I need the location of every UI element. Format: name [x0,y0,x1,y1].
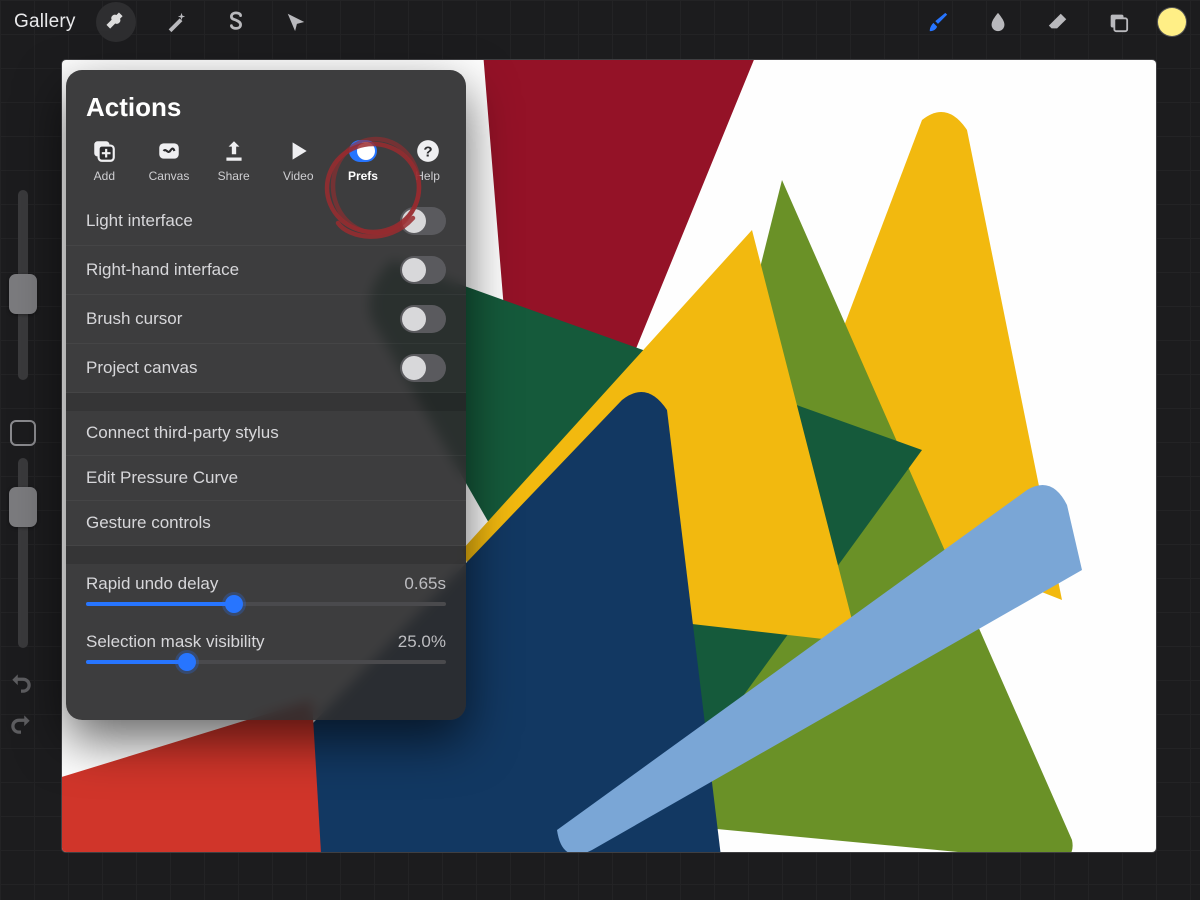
slider-rapid-undo[interactable] [86,602,446,606]
brush-opacity-thumb[interactable] [9,487,37,527]
label-brush-cursor: Brush cursor [86,309,400,329]
transform-arrow-icon[interactable] [276,2,316,42]
row-light-interface: Light interface [66,197,466,246]
row-brush-cursor: Brush cursor [66,295,466,344]
prefs-toggle-icon [349,139,377,163]
tab-canvas-label: Canvas [149,169,190,183]
row-edit-pressure-curve[interactable]: Edit Pressure Curve [66,456,466,501]
row-rapid-undo: Rapid undo delay 0.65s [66,564,466,622]
brush-tool-icon[interactable] [918,2,958,42]
value-rapid-undo: 0.65s [404,574,446,594]
tab-add-label: Add [94,169,115,183]
brush-size-slider[interactable] [18,190,28,380]
thumb-rapid-undo[interactable] [225,595,243,613]
row-sel-mask: Selection mask visibility 25.0% [66,622,466,680]
value-sel-mask: 25.0% [398,632,446,652]
share-icon [220,139,248,163]
tab-prefs-label: Prefs [348,169,378,183]
tab-add[interactable]: Add [75,139,133,183]
tab-share-label: Share [218,169,250,183]
svg-text:?: ? [423,143,432,160]
actions-wrench-icon[interactable] [96,2,136,42]
selection-s-icon[interactable] [216,2,256,42]
label-rapid-undo: Rapid undo delay [86,574,218,594]
brush-opacity-slider[interactable] [18,458,28,648]
tab-help[interactable]: ? Help [399,139,457,183]
row-connect-stylus[interactable]: Connect third-party stylus [66,411,466,456]
help-icon: ? [414,139,442,163]
switch-project-canvas[interactable] [400,354,446,382]
row-right-hand: Right-hand interface [66,246,466,295]
actions-panel: Actions Add Canvas Share [66,70,466,720]
label-sel-mask: Selection mask visibility [86,632,265,652]
gallery-button[interactable]: Gallery [14,11,76,33]
adjustments-wand-icon[interactable] [156,2,196,42]
add-icon [90,139,118,163]
switch-light-interface[interactable] [400,207,446,235]
undo-icon[interactable] [8,670,34,701]
prefs-body: Light interface Right-hand interface Bru… [66,197,466,680]
modify-button[interactable] [10,420,36,446]
switch-brush-cursor[interactable] [400,305,446,333]
brush-size-thumb[interactable] [9,274,37,314]
slider-sel-mask[interactable] [86,660,446,664]
row-gesture-controls[interactable]: Gesture controls [66,501,466,546]
actions-tabs: Add Canvas Share Video [66,139,466,197]
row-project-canvas: Project canvas [66,344,466,393]
tab-prefs[interactable]: Prefs [334,139,392,183]
thumb-sel-mask[interactable] [178,653,196,671]
switch-right-hand[interactable] [400,256,446,284]
eraser-tool-icon[interactable] [1038,2,1078,42]
color-swatch[interactable] [1158,8,1186,36]
tab-video[interactable]: Video [269,139,327,183]
video-play-icon [284,139,312,163]
label-right-hand: Right-hand interface [86,260,400,280]
label-project-canvas: Project canvas [86,358,400,378]
side-rail [6,190,40,730]
tab-share[interactable]: Share [205,139,263,183]
redo-icon[interactable] [8,711,34,742]
smudge-tool-icon[interactable] [978,2,1018,42]
actions-title: Actions [66,88,466,139]
top-toolbar: Gallery [0,0,1200,44]
tab-video-label: Video [283,169,313,183]
layers-icon[interactable] [1098,2,1138,42]
label-light-interface: Light interface [86,211,400,231]
tab-canvas[interactable]: Canvas [140,139,198,183]
canvas-icon [155,139,183,163]
tab-help-label: Help [415,169,440,183]
